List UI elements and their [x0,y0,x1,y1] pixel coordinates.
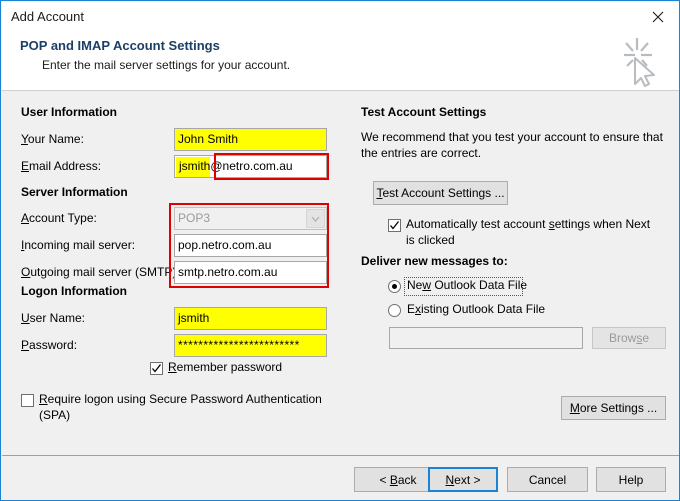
email-address-input[interactable]: jsmith@netro.com.au [174,155,327,178]
account-type-value: POP3 [178,211,211,225]
your-name-label-rest: our Name: [27,132,84,146]
auto-test-label-line2: is clicked [406,233,455,247]
password-label-rest: assword: [29,338,78,352]
radio-existing-outlook-data-file-label[interactable]: Existing Outlook Data File [407,302,545,316]
radio-existing-outlook-data-file[interactable] [388,304,401,317]
help-button[interactable]: Help [596,467,666,492]
chevron-down-icon[interactable] [306,209,325,228]
spa-label[interactable]: Require logon using Secure Password Auth… [39,392,322,406]
outgoing-mail-server-label-rest: utgoing mail server (SMTP): [30,265,180,279]
title-bar: Add Account [2,2,679,31]
incoming-mail-server-input[interactable]: pop.netro.com.au [174,234,327,257]
password-input[interactable]: ************************ [174,334,327,357]
browse-button-label: Browse [608,331,650,345]
add-account-dialog: Add Account POP and IMAP Account Setting… [0,0,680,501]
header-title: POP and IMAP Account Settings [20,38,220,53]
email-address-label-rest: mail Address: [29,159,102,173]
test-account-settings-heading: Test Account Settings [361,105,487,119]
spa-label-rest: equire logon using Secure Password Authe… [47,392,322,406]
dialog-body: User Information Your Name: John Smith E… [2,91,679,454]
deliver-new-messages-heading: Deliver new messages to: [361,254,508,268]
data-file-path-input[interactable] [389,327,583,349]
close-icon [652,11,664,23]
test-paragraph-line2: the entries are correct. [361,146,482,160]
account-type-select[interactable]: POP3 [174,207,327,230]
server-information-heading: Server Information [21,185,128,199]
your-name-label: Your Name: [21,132,84,146]
checkmark-icon [152,364,162,373]
email-address-text: jsmith@netro.com.au [179,156,293,177]
more-settings-button-label: More Settings ... [569,401,658,415]
cancel-button[interactable]: Cancel [507,467,588,492]
user-information-heading: User Information [21,105,118,119]
radio-existing-label-pre: E [407,302,416,316]
radio-new-label-pre: Ne [407,278,423,292]
dialog-footer: < Back Next > Cancel Help [2,455,679,500]
user-name-input[interactable]: jsmith [174,307,327,330]
header-subtitle: Enter the mail server settings for your … [42,58,291,72]
radio-new-label-post: Outlook Data File [431,278,528,292]
click-cursor-sparkle-icon [610,34,666,88]
incoming-mail-server-label: Incoming mail server: [21,238,136,252]
spa-label-line2: (SPA) [39,408,71,422]
remember-password-label[interactable]: Remember password [168,360,282,374]
radio-new-outlook-data-file[interactable] [388,280,401,293]
radio-existing-label-post: isting Outlook Data File [421,302,546,316]
window-title: Add Account [11,9,84,24]
browse-button[interactable]: Browse [592,327,666,349]
spa-checkbox[interactable] [21,394,34,407]
auto-test-label-post: ettings when Next [554,217,651,231]
email-local-part: jsmith [179,159,211,173]
next-button-label: Next > [445,472,481,487]
outgoing-mail-server-label: Outgoing mail server (SMTP): [21,265,180,279]
remember-password-label-rest: emember password [176,360,283,374]
back-button-label: < Back [379,472,417,487]
dialog-header: POP and IMAP Account Settings Enter the … [2,31,679,91]
password-label: Password: [21,338,78,352]
email-domain-part: @netro.com.au [210,159,293,173]
checkmark-icon [390,221,400,230]
test-paragraph-line1: We recommend that you test your account … [361,130,663,144]
email-address-label: Email Address: [21,159,102,173]
more-settings-button[interactable]: More Settings ... [561,396,666,420]
account-type-label-rest: ccount Type: [29,211,97,225]
radio-selected-dot [392,284,397,289]
auto-test-checkbox[interactable] [388,219,401,232]
auto-test-label-line1[interactable]: Automatically test account settings when… [406,217,650,231]
close-button[interactable] [635,2,679,31]
test-account-settings-button-label: Test Account Settings ... [376,186,505,200]
radio-new-outlook-data-file-label[interactable]: New Outlook Data File [407,278,527,292]
user-name-label: User Name: [21,311,86,325]
next-button[interactable]: Next > [428,467,498,492]
account-type-label: Account Type: [21,211,97,225]
test-account-settings-button[interactable]: Test Account Settings ... [373,181,508,205]
your-name-input[interactable]: John Smith [174,128,327,151]
test-account-paragraph: We recommend that you test your account … [361,129,666,161]
incoming-mail-server-label-rest: ncoming mail server: [24,238,136,252]
outgoing-mail-server-input[interactable]: smtp.netro.com.au [174,261,327,284]
user-name-label-rest: ser Name: [29,311,86,325]
auto-test-label-pre: Automatically test account [406,217,549,231]
remember-password-checkbox[interactable] [150,362,163,375]
logon-information-heading: Logon Information [21,284,127,298]
